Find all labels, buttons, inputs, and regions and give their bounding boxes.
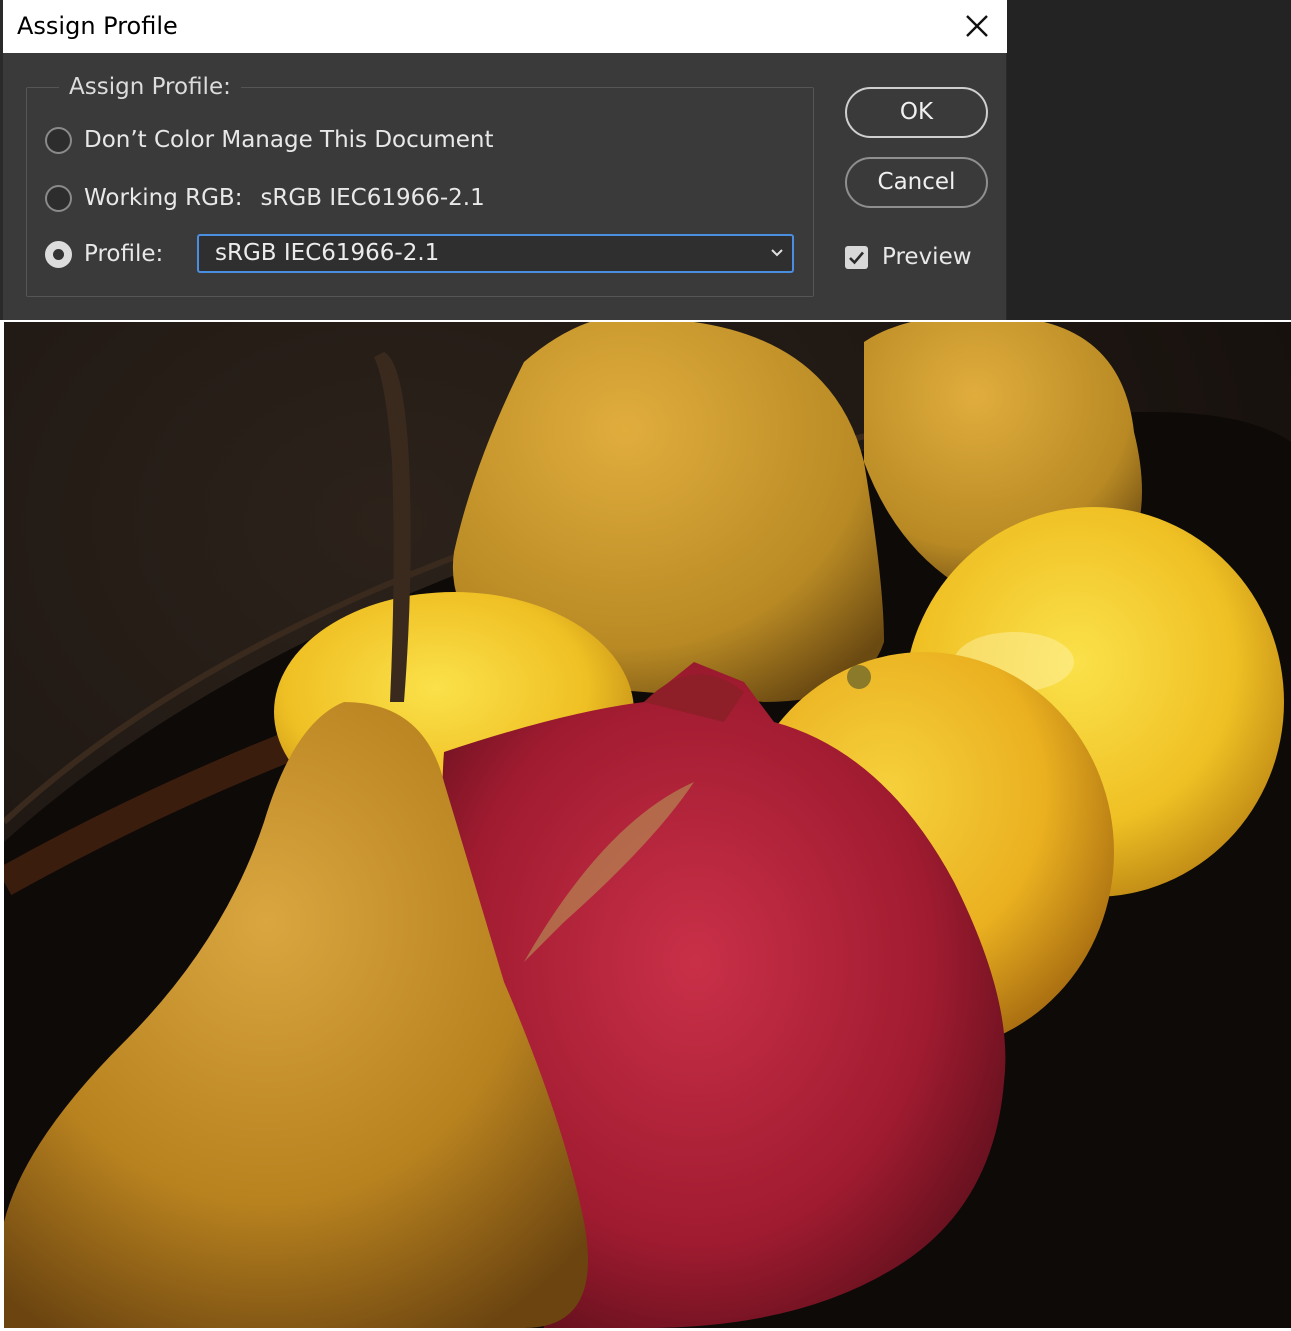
document-image [4,322,1291,1328]
working-rgb-value: sRGB IEC61966-2.1 [260,185,485,211]
radio-label: Working RGB: [84,185,243,211]
preview-checkbox[interactable] [845,245,868,269]
preview-label: Preview [882,244,972,270]
radio-button-selected[interactable] [45,240,72,268]
radio-label: Profile: [84,241,164,267]
radio-dont-color-manage[interactable]: Don’t Color Manage This Document [45,123,494,157]
radio-label: Don’t Color Manage This Document [84,127,494,153]
cancel-button[interactable]: Cancel [845,157,988,208]
assign-profile-dialog: Assign Profile Assign Profile: Don’t Col… [0,0,1007,320]
dialog-titlebar: Assign Profile [3,0,1007,53]
profile-select-value: sRGB IEC61966-2.1 [215,240,440,266]
chevron-down-icon [771,249,783,257]
radio-button[interactable] [45,126,72,154]
profile-select[interactable]: sRGB IEC61966-2.1 [197,234,794,273]
fruit-bowl-photo [4,322,1291,1328]
ok-button[interactable]: OK [845,87,988,138]
radio-profile[interactable]: Profile: [45,237,163,271]
close-icon[interactable] [959,8,995,44]
radio-working-rgb[interactable]: Working RGB: sRGB IEC61966-2.1 [45,181,485,215]
radio-button[interactable] [45,184,72,212]
group-title: Assign Profile: [59,74,241,100]
app-background [1007,0,1291,320]
preview-checkbox-row[interactable]: Preview [845,244,972,270]
checkmark-icon [849,251,864,264]
dialog-title: Assign Profile [17,12,178,40]
